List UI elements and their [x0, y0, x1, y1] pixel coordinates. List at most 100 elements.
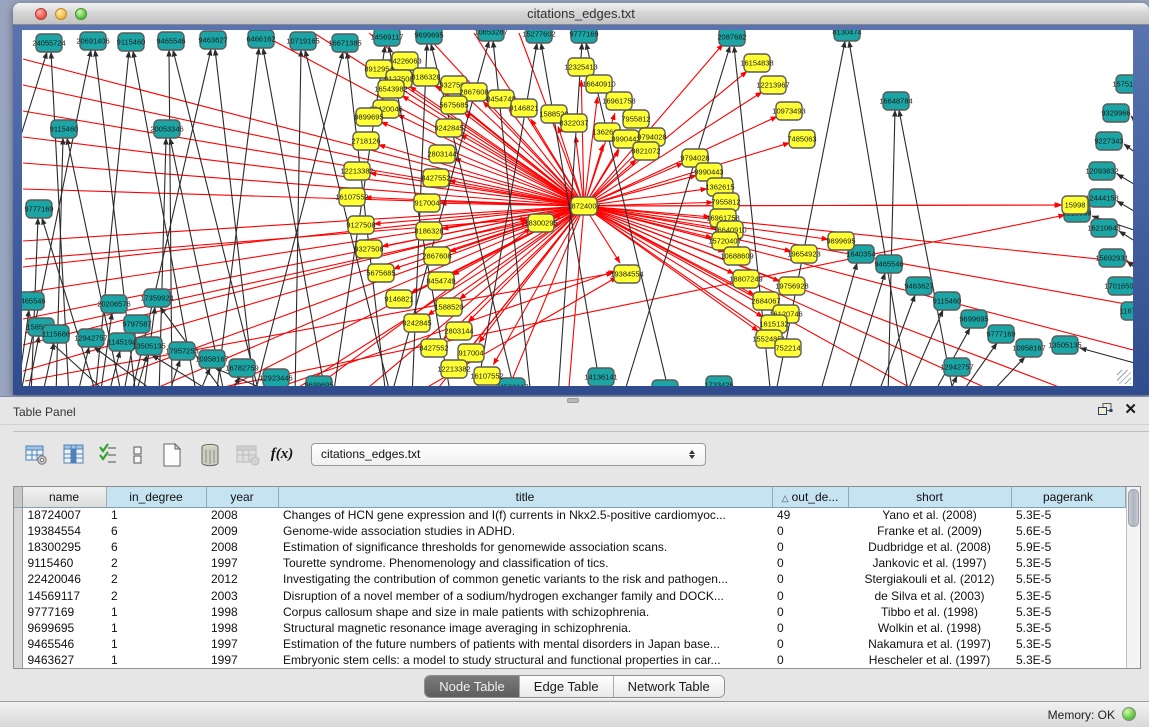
graph-node[interactable]: 9797587: [122, 315, 151, 333]
graph-node[interactable]: 16107552: [335, 188, 368, 206]
graph-node[interactable]: 18300295: [524, 214, 557, 232]
table-row[interactable]: 946362711997Embryonic stem cells: a mode…: [14, 652, 1125, 668]
graph-node[interactable]: 18724007: [567, 197, 600, 215]
graph-node[interactable]: 9463627: [198, 31, 227, 49]
column-header-title[interactable]: title: [278, 487, 772, 507]
graph-node[interactable]: 9463627: [904, 277, 933, 295]
graph-node[interactable]: 10958167: [1012, 339, 1045, 357]
table-row[interactable]: 1456911722003Disruption of a novel membe…: [14, 587, 1125, 603]
graph-node[interactable]: 2867608: [422, 247, 451, 265]
tab-edge-table[interactable]: Edge Table: [520, 676, 614, 697]
graph-node[interactable]: 9777169: [986, 325, 1015, 343]
graph-node[interactable]: 18807249: [729, 270, 762, 288]
graph-node[interactable]: 13505135: [132, 337, 165, 355]
graph-node[interactable]: 9329966: [1101, 104, 1130, 122]
graph-node[interactable]: 15277602: [522, 30, 555, 43]
graph-node[interactable]: 16782759: [225, 359, 258, 377]
graph-node[interactable]: 10653287: [474, 30, 507, 41]
graph-node[interactable]: 7955812: [621, 110, 650, 128]
delete-table-icon[interactable]: [195, 440, 225, 470]
graph-node[interactable]: 16648784: [879, 92, 912, 110]
graph-node[interactable]: 17016504: [1104, 277, 1133, 295]
graph-node[interactable]: 6466162: [246, 30, 275, 48]
graph-node[interactable]: 10973493: [772, 102, 805, 120]
graph-node[interactable]: 24055724: [32, 34, 65, 52]
graph-node[interactable]: 16154838: [740, 54, 773, 72]
graph-node[interactable]: 8427552: [419, 339, 448, 357]
table-row[interactable]: 977716911998Corpus callosum shape and si…: [14, 604, 1125, 620]
graph-node[interactable]: 10958167: [195, 350, 228, 368]
column-header-name[interactable]: name: [22, 487, 106, 507]
table-options-icon[interactable]: [21, 440, 51, 470]
table-scrollbar[interactable]: [1126, 487, 1141, 668]
graph-node[interactable]: 9899695: [354, 108, 383, 126]
graph-node[interactable]: 12942757: [74, 329, 107, 347]
graph-node[interactable]: 10719165: [286, 32, 319, 50]
column-header-pagerank[interactable]: pagerank: [1011, 487, 1125, 507]
network-window[interactable]: citations_edges.txt 24055724206914069115…: [13, 3, 1149, 395]
graph-node[interactable]: 19384554: [610, 265, 643, 283]
close-icon[interactable]: ✕: [1124, 400, 1137, 418]
graph-node[interactable]: 8454749: [426, 272, 455, 290]
graph-node[interactable]: 9115460: [933, 292, 962, 310]
table-select-dropdown[interactable]: citations_edges.txt: [311, 443, 706, 466]
graph-node[interactable]: 9465546: [874, 255, 903, 273]
graph-node[interactable]: 20206576: [97, 295, 130, 313]
graph-node[interactable]: 9146821: [384, 290, 413, 308]
graph-node[interactable]: 16107552: [470, 367, 503, 385]
column-header-short[interactable]: short: [848, 487, 1011, 507]
graph-node[interactable]: 16210643: [1087, 219, 1120, 237]
tab-node-table[interactable]: Node Table: [425, 676, 520, 697]
splitter-handle[interactable]: [567, 398, 579, 403]
graph-node[interactable]: 14569117: [371, 30, 404, 46]
resize-grip-icon[interactable]: [1117, 370, 1131, 384]
graph-node[interactable]: 10688609: [720, 247, 753, 265]
float-window-icon[interactable]: [1097, 402, 1113, 421]
graph-node[interactable]: 1167533: [1120, 302, 1133, 320]
table-row[interactable]: 2242004622012Investigating the contribut…: [14, 571, 1125, 587]
graph-node[interactable]: 7485063: [787, 130, 816, 148]
graph-node[interactable]: 14136141: [584, 368, 617, 386]
new-table-icon[interactable]: [157, 440, 187, 470]
graph-node[interactable]: 9127508: [346, 216, 375, 234]
graph-node[interactable]: 9327508: [354, 240, 383, 258]
table-row[interactable]: 1830029562008Estimation of significance …: [14, 539, 1125, 555]
graph-node[interactable]: 12923446: [259, 369, 292, 386]
graph-node[interactable]: 20053346: [150, 120, 183, 138]
graph-node[interactable]: 17957253: [165, 342, 198, 360]
graph-node[interactable]: 9777169: [24, 200, 53, 218]
graph-node[interactable]: 5675685: [439, 96, 468, 114]
graph-node[interactable]: 19756928: [775, 277, 808, 295]
graph-node[interactable]: 16640910: [582, 75, 615, 93]
select-all-icon[interactable]: [97, 440, 119, 470]
graph-node[interactable]: 17359924: [140, 289, 173, 307]
graph-node[interactable]: 9227343: [1094, 132, 1123, 150]
graph-node[interactable]: 15998: [1062, 196, 1088, 214]
graph-node[interactable]: 2087682: [717, 30, 746, 46]
graph-node[interactable]: 15692931: [1095, 249, 1128, 267]
graph-node[interactable]: 12325413: [564, 58, 597, 76]
import-table-icon[interactable]: [233, 440, 263, 470]
graph-node[interactable]: 16543982: [374, 80, 407, 98]
graph-node[interactable]: 1588520: [434, 298, 463, 316]
table-row[interactable]: 1938455462009Genome-wide association stu…: [14, 523, 1125, 539]
graph-node[interactable]: 9699695: [959, 310, 988, 328]
graph-node[interactable]: 9146821: [509, 99, 538, 117]
graph-node[interactable]: 9699695: [414, 30, 443, 44]
column-header-year[interactable]: year: [206, 487, 278, 507]
graph-node[interactable]: 9242845: [402, 314, 431, 332]
graph-node[interactable]: 9465546: [22, 292, 46, 310]
network-canvas[interactable]: 2405572420691406911546094655469463627646…: [22, 30, 1133, 386]
graph-node[interactable]: 19654923: [787, 245, 820, 263]
table-row[interactable]: 946554611997Estimation of the future num…: [14, 636, 1125, 652]
table-row[interactable]: 911546021997Tourette syndrome. Phenomeno…: [14, 555, 1125, 571]
graph-node[interactable]: 2718126: [351, 132, 380, 150]
graph-node[interactable]: 1115686: [42, 325, 70, 343]
tab-network-table[interactable]: Network Table: [614, 676, 724, 697]
graph-node[interactable]: 1733426: [704, 376, 733, 386]
graph-node[interactable]: 9699695: [304, 376, 333, 386]
table-row[interactable]: 969969511998Structural magnetic resonanc…: [14, 620, 1125, 636]
graph-node[interactable]: 13505135: [1048, 336, 1081, 354]
graph-node[interactable]: 12093832: [1085, 162, 1118, 180]
graph-node[interactable]: 752214: [775, 339, 801, 357]
